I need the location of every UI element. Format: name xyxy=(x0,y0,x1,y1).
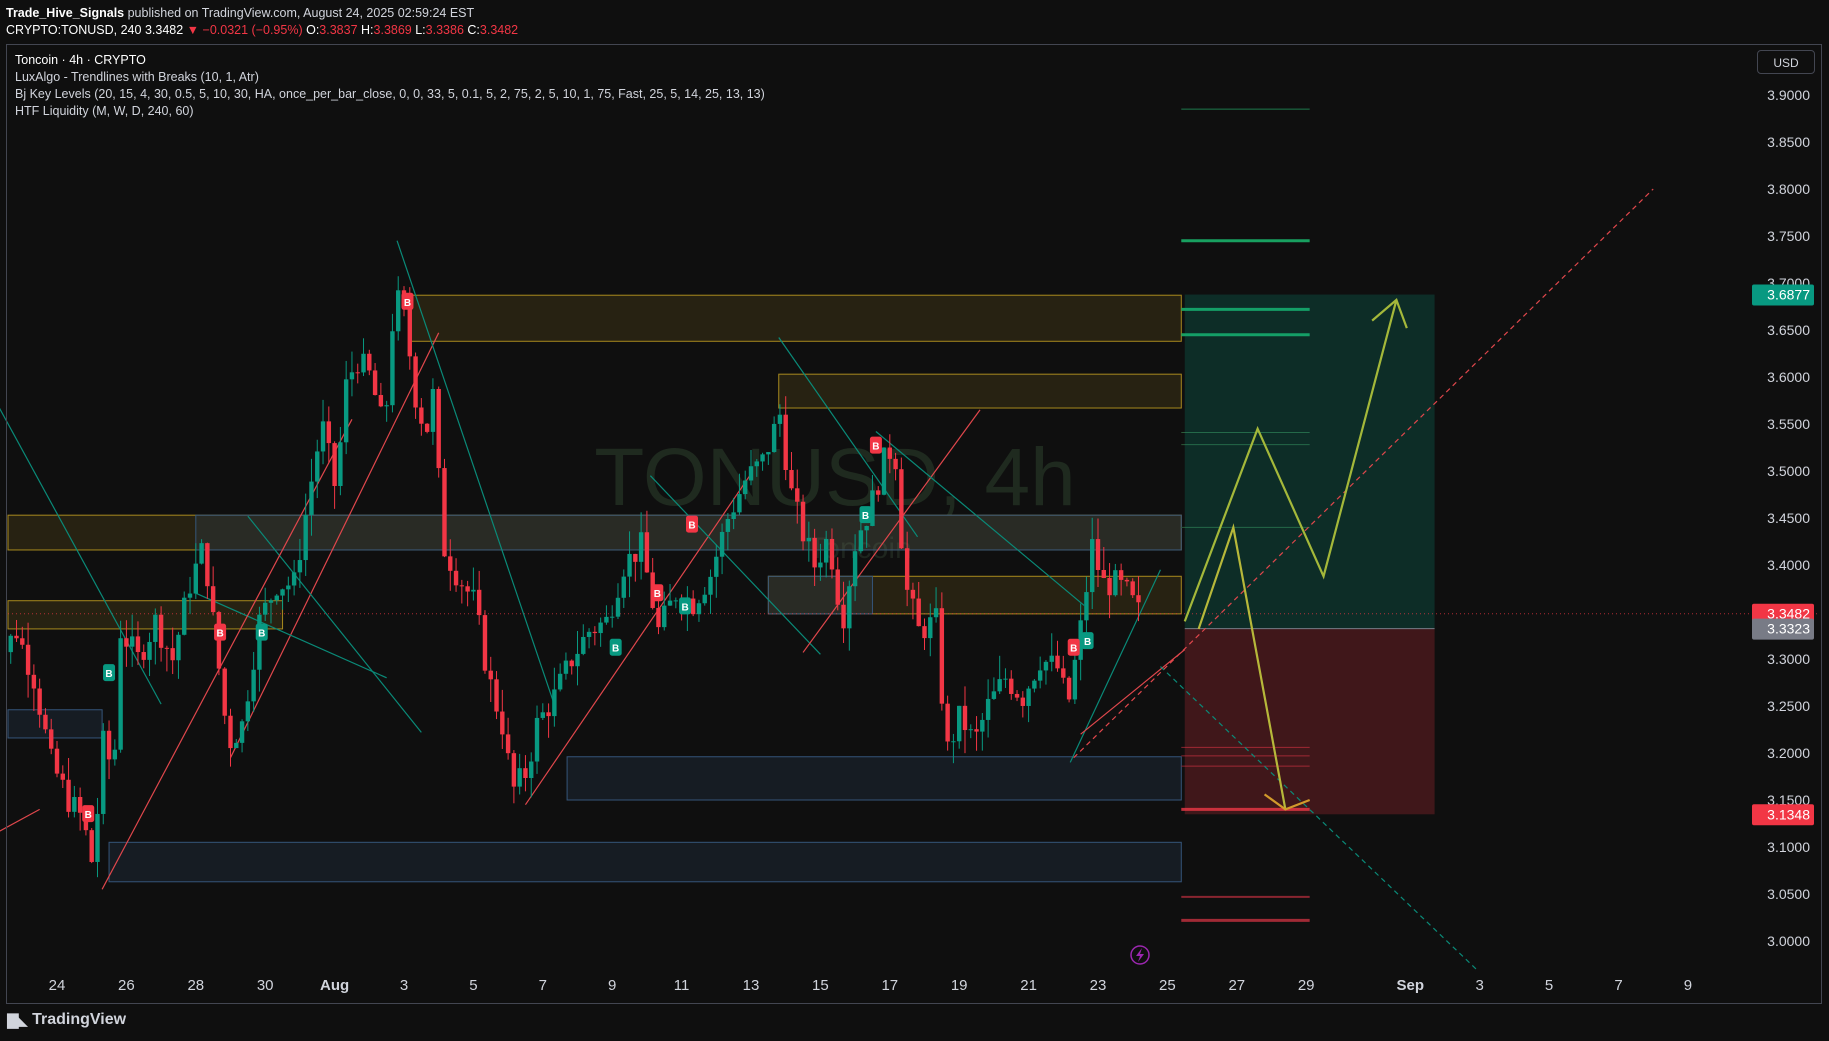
legend-indicator-trendlines[interactable]: LuxAlgo - Trendlines with Breaks (10, 1,… xyxy=(15,69,765,86)
footer-bar xyxy=(0,1006,1829,1041)
tradingview-brand: TradingView xyxy=(32,1011,127,1028)
legend-indicator-key-levels[interactable]: Bj Key Levels (20, 15, 4, 30, 0.5, 5, 10… xyxy=(15,86,765,103)
currency-button[interactable]: USD xyxy=(1757,50,1815,74)
legend-indicator-htf-liquidity[interactable]: HTF Liquidity (M, W, D, 240, 60) xyxy=(15,103,765,120)
tradingview-logo[interactable]: ▇◣ TradingView xyxy=(7,1011,126,1029)
tradingview-logo-icon: ▇◣ xyxy=(7,1012,28,1029)
chart-legend: Toncoin · 4h · CRYPTO LuxAlgo - Trendlin… xyxy=(15,52,765,120)
legend-title[interactable]: Toncoin · 4h · CRYPTO xyxy=(15,52,765,69)
chart-frame xyxy=(6,44,1822,1004)
